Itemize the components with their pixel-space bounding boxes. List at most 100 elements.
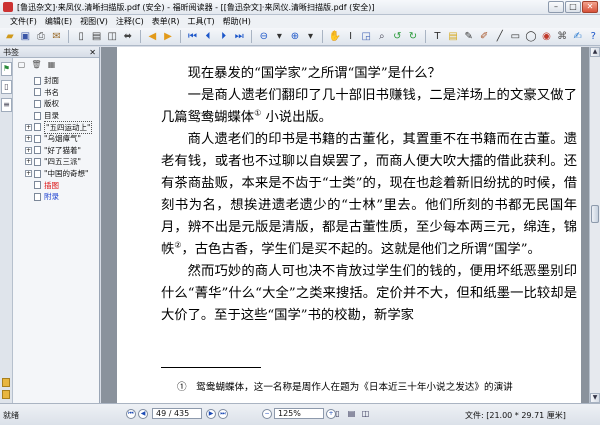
zoom-field[interactable]: 125% xyxy=(274,408,324,419)
menu-form[interactable]: 表单(R) xyxy=(148,16,184,27)
toolbar-separator xyxy=(68,30,70,43)
status-view-icons: ▯ ▤ ◫ xyxy=(332,408,371,419)
bookmark-item[interactable]: 目录 xyxy=(25,110,99,122)
save-icon[interactable]: ▣ xyxy=(19,30,33,44)
snapshot-icon[interactable]: ◲ xyxy=(359,30,373,44)
attachment-icon[interactable] xyxy=(2,378,10,387)
expand-icon[interactable]: + xyxy=(25,146,32,154)
bookmark-page-icon xyxy=(34,123,41,132)
line-icon[interactable]: ╱ xyxy=(493,30,507,44)
zoom-dropdown-icon[interactable]: ▾ xyxy=(273,30,287,44)
prev-page-icon[interactable]: ⏴ xyxy=(201,30,215,44)
find-icon[interactable]: ⌕ xyxy=(375,30,389,44)
expand-icon[interactable]: + xyxy=(25,170,32,178)
status-single-page-icon[interactable]: ▯ xyxy=(332,408,343,419)
bookmark-item[interactable]: 封面 xyxy=(25,75,99,87)
bookmark-page-icon xyxy=(34,146,41,155)
bookmark-item[interactable]: + "中国的奇想" xyxy=(25,168,99,180)
typewriter-icon[interactable]: T xyxy=(431,30,445,44)
para1-text: 一是商人遗老们翻印了几十部旧书赚钱，二是洋场上的文豪又做了几篇鸳鸯蝴蝶体 xyxy=(161,88,577,125)
minimize-button[interactable]: – xyxy=(548,1,564,13)
status-continuous-icon[interactable]: ▤ xyxy=(346,408,357,419)
expand-icon[interactable]: + xyxy=(25,123,32,131)
menu-view[interactable]: 视图(V) xyxy=(76,16,112,27)
rectangle-icon[interactable]: ▭ xyxy=(509,30,523,44)
status-prev-page-icon[interactable]: ◀ xyxy=(138,408,148,419)
bookmark-item[interactable]: + "五四运动上" xyxy=(25,120,99,134)
rotate-left-icon[interactable]: ↺ xyxy=(391,30,405,44)
print-icon[interactable]: ⎙ xyxy=(34,30,48,44)
attach-icon[interactable]: ⌘ xyxy=(555,30,569,44)
scroll-down-icon[interactable]: ▼ xyxy=(590,393,600,403)
single-page-icon[interactable]: ▯ xyxy=(74,30,88,44)
bookmark-item[interactable]: 书名 xyxy=(25,87,99,99)
bookmark-item[interactable]: 版权 xyxy=(25,98,99,110)
folder-icon[interactable] xyxy=(2,390,10,399)
note-icon[interactable]: ▤ xyxy=(446,30,460,44)
first-page-icon[interactable]: ⏮ xyxy=(186,30,200,44)
sign-icon[interactable]: ✍ xyxy=(571,30,585,44)
zoom-in-icon[interactable]: ⊕ xyxy=(288,30,302,44)
document-size: 文件: [21.00 * 29.71 厘米] xyxy=(465,411,566,420)
maximize-button[interactable]: □ xyxy=(565,1,581,13)
expand-icon[interactable]: + xyxy=(25,158,32,166)
expand-icon[interactable]: + xyxy=(25,135,32,143)
ellipse-icon[interactable]: ◯ xyxy=(524,30,538,44)
menu-file[interactable]: 文件(F) xyxy=(6,16,41,27)
footnote-ref-1[interactable]: ① xyxy=(254,109,261,118)
status-first-page-icon[interactable]: ⏮ xyxy=(126,408,136,419)
bookmark-page-icon xyxy=(34,111,41,120)
status-last-page-icon[interactable]: ⏭ xyxy=(218,408,228,419)
pages-tab-icon[interactable]: ▯ xyxy=(1,80,12,94)
back-arrow-icon[interactable]: ◀ xyxy=(146,30,160,44)
status-next-page-icon[interactable]: ▶ xyxy=(206,408,216,419)
zoom-menu-icon[interactable]: ▾ xyxy=(304,30,318,44)
fit-width-icon[interactable]: ⬌ xyxy=(121,30,135,44)
menu-comment[interactable]: 注释(C) xyxy=(112,16,148,27)
open-icon[interactable]: ▰ xyxy=(3,30,17,44)
status-facing-icon[interactable]: ◫ xyxy=(360,408,371,419)
hand-tool-icon[interactable]: ✋ xyxy=(328,30,342,44)
bookmark-item[interactable]: + "四五三派" xyxy=(25,156,99,168)
bookmark-label: "四五三派" xyxy=(44,157,81,167)
scroll-thumb[interactable] xyxy=(591,205,599,223)
bookmark-item[interactable]: + "乌烟瘴气" xyxy=(25,133,99,145)
zoom-out-icon[interactable]: ⊖ xyxy=(257,30,271,44)
app-icon xyxy=(3,2,13,12)
pencil-icon[interactable]: ✐ xyxy=(477,30,491,44)
layers-tab-icon[interactable]: ≡ xyxy=(1,98,12,112)
scroll-up-icon[interactable]: ▲ xyxy=(590,47,600,57)
menu-help[interactable]: 帮助(H) xyxy=(219,16,255,27)
continuous-page-icon[interactable]: ▤ xyxy=(90,30,104,44)
page-text: 现在暴发的“国学家”之所谓“国学”是什么？ 一是商人遗老们翻印了几十部旧书赚钱，… xyxy=(161,63,577,327)
help-icon[interactable]: ? xyxy=(586,30,600,44)
close-panel-icon[interactable]: ✕ xyxy=(89,47,96,58)
next-page-icon[interactable]: ⏵ xyxy=(217,30,231,44)
facing-page-icon[interactable]: ◫ xyxy=(105,30,119,44)
bookmark-page-icon xyxy=(34,169,41,178)
bookmark-tab-icon[interactable]: ⚑ xyxy=(1,62,12,76)
status-zoom-out-icon[interactable]: − xyxy=(262,408,272,419)
stamp-icon[interactable]: ◉ xyxy=(540,30,554,44)
page-number-field[interactable]: 49 / 435 xyxy=(152,408,202,419)
bookmarks-header: 书签 ✕ xyxy=(0,47,99,58)
bookmarks-title: 书签 xyxy=(3,48,19,57)
select-text-icon[interactable]: Ⅰ xyxy=(344,30,358,44)
bookmark-tools: ▢ 🗑 ▦ xyxy=(16,60,57,70)
last-page-icon[interactable]: ⏭ xyxy=(232,30,246,44)
close-button[interactable]: ✕ xyxy=(582,1,598,13)
menu-edit[interactable]: 编辑(E) xyxy=(41,16,76,27)
document-viewport[interactable]: 现在暴发的“国学家”之所谓“国学”是什么？ 一是商人遗老们翻印了几十部旧书赚钱，… xyxy=(101,47,589,403)
bookmark-item[interactable]: + "好了猫着" xyxy=(25,145,99,157)
new-bookmark-icon[interactable]: ▢ xyxy=(16,60,27,70)
rotate-right-icon[interactable]: ↻ xyxy=(406,30,420,44)
delete-bookmark-icon[interactable]: 🗑 xyxy=(31,60,42,70)
highlight-icon[interactable]: ✎ xyxy=(462,30,476,44)
menu-tools[interactable]: 工具(T) xyxy=(184,16,219,27)
email-icon[interactable]: ✉ xyxy=(50,30,64,44)
vertical-scrollbar[interactable]: ▲ ▼ xyxy=(589,47,600,403)
bookmark-item[interactable]: 附录 xyxy=(25,191,99,203)
expand-bookmark-icon[interactable]: ▦ xyxy=(46,60,57,70)
bookmark-item[interactable]: 插图 xyxy=(25,179,99,191)
forward-arrow-icon[interactable]: ▶ xyxy=(161,30,175,44)
